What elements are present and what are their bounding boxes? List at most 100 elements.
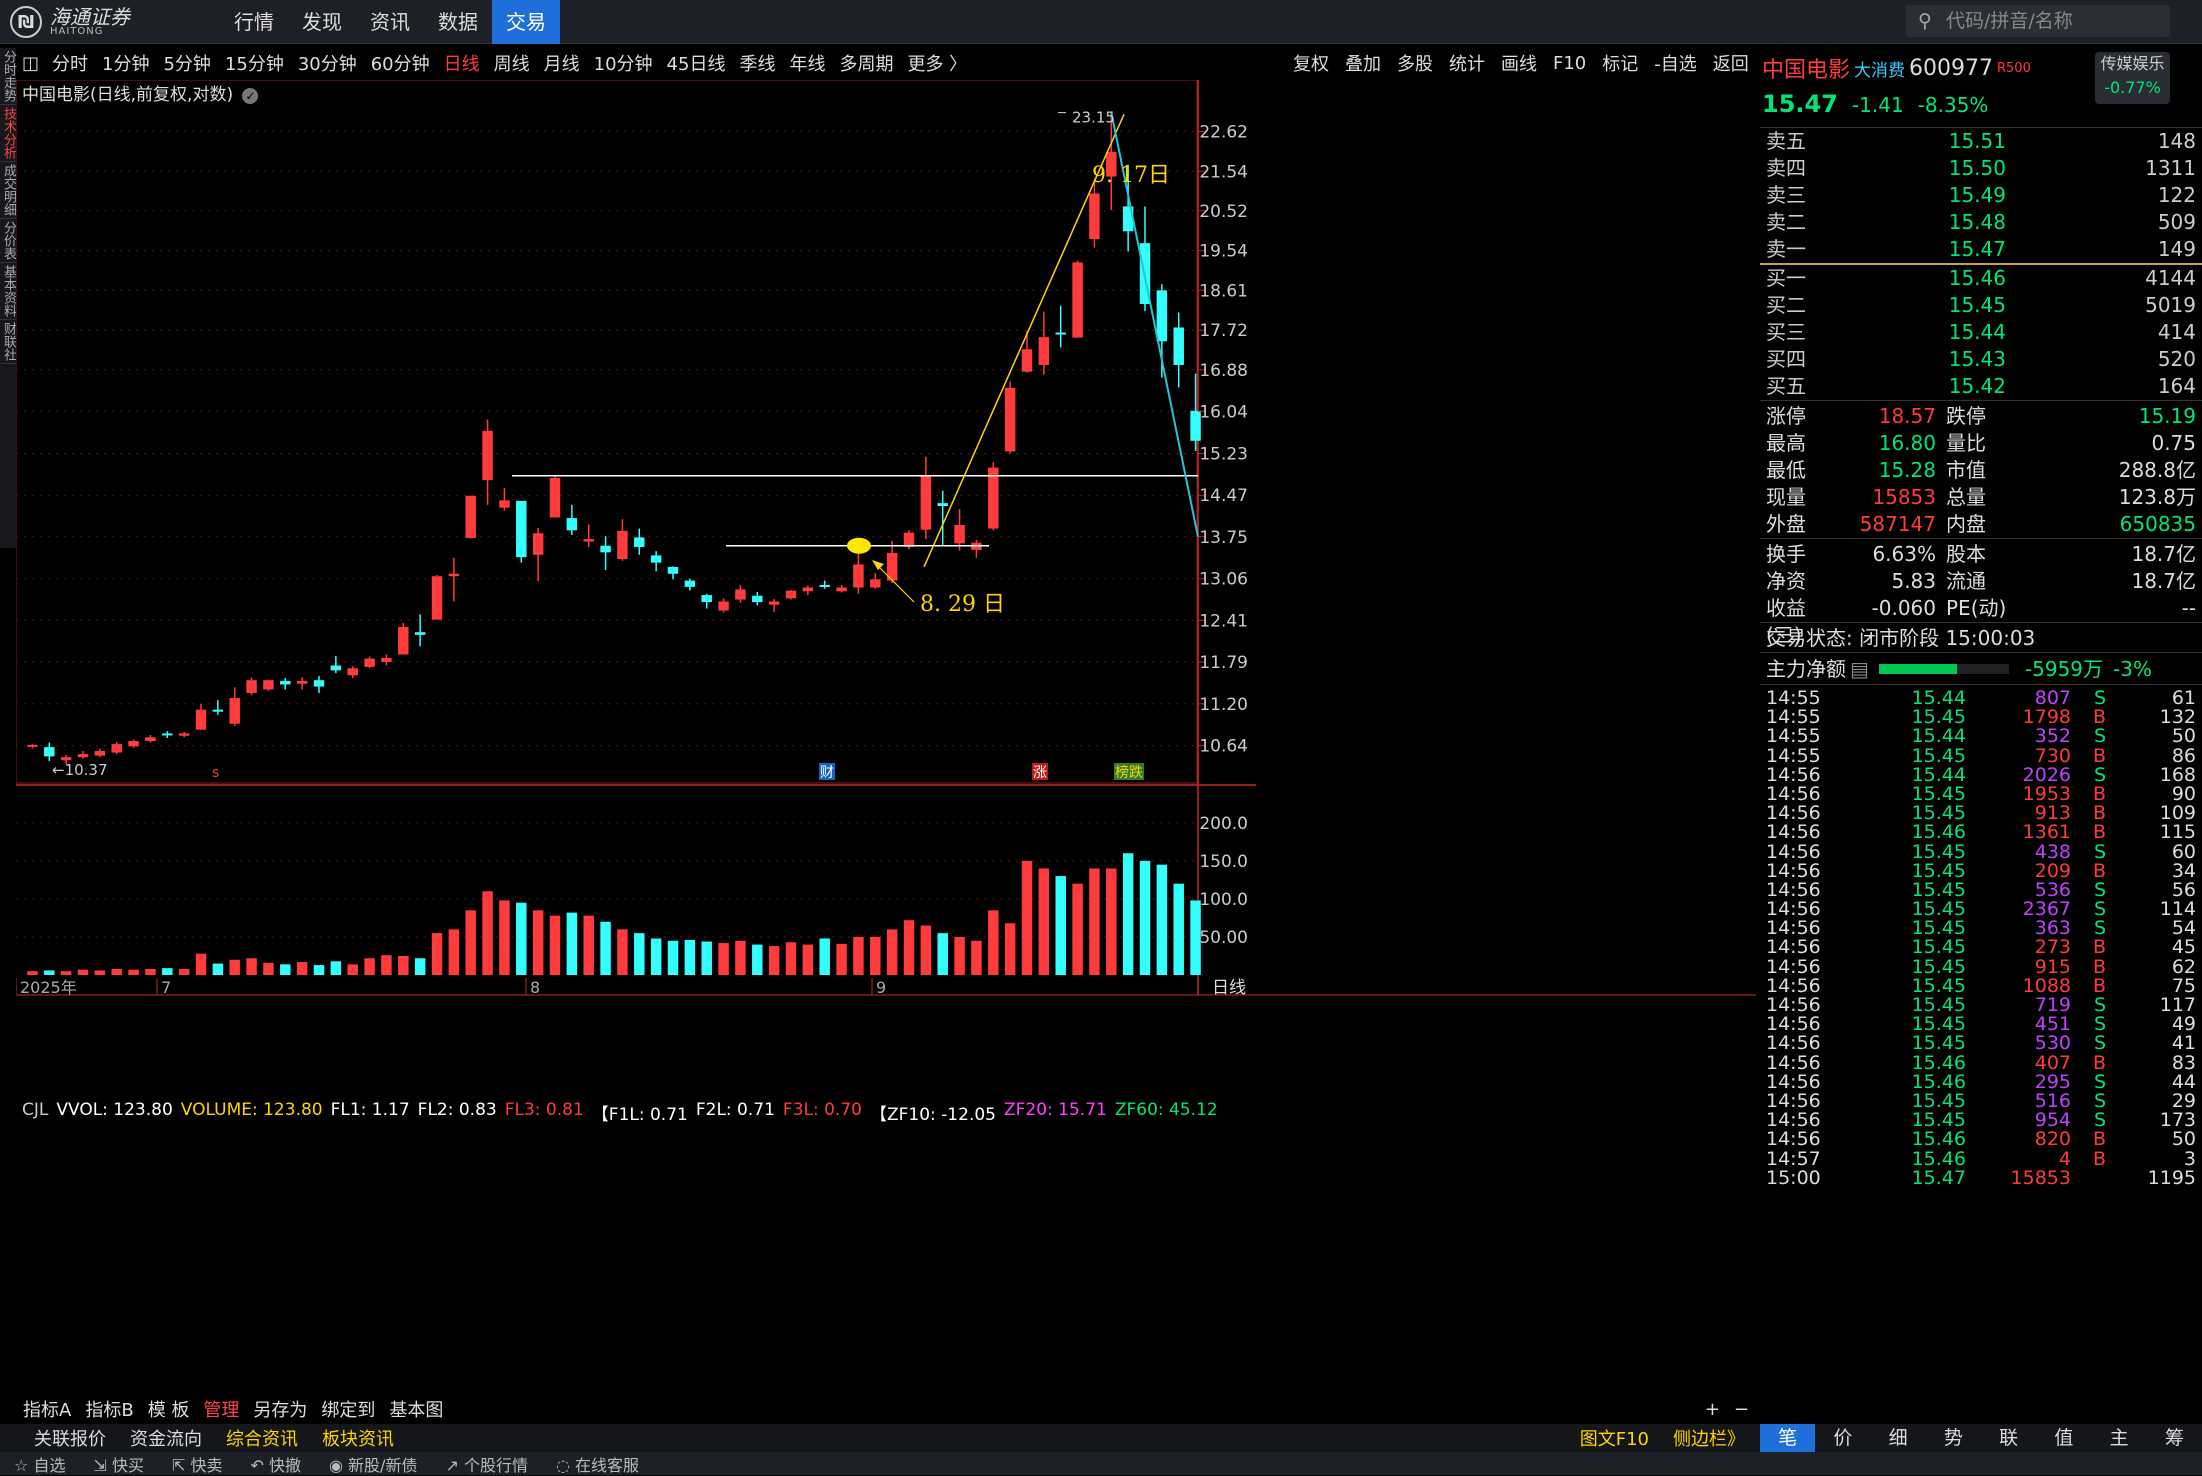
ask-row[interactable]: 卖二 15.48 509 <box>1760 209 2202 236</box>
price-axis-label: 13.06 <box>1199 570 1248 590</box>
rtab-zhi[interactable]: 值 <box>2036 1424 2091 1452</box>
tab-zhibiao-b[interactable]: 指标B <box>78 1396 140 1422</box>
tab-muban[interactable]: 模 板 <box>141 1396 197 1422</box>
ask-row[interactable]: 卖一 15.47 149 <box>1760 236 2202 263</box>
candle-body <box>853 564 864 588</box>
bid-row[interactable]: 买五 15.42 164 <box>1760 373 2202 400</box>
status-kuaiche[interactable]: ↶ 快撤 <box>236 1452 315 1476</box>
ask-row[interactable]: 卖四 15.50 1311 <box>1760 155 2202 182</box>
rtab-jia[interactable]: 价 <box>1815 1424 1870 1452</box>
period-quarter[interactable]: 季线 <box>732 50 782 76</box>
status-zixuan[interactable]: ☆ 自选 <box>0 1452 79 1476</box>
rtab-chou[interactable]: 筹 <box>2147 1424 2202 1452</box>
tab-zijin[interactable]: 资金流向 <box>118 1425 214 1451</box>
bid-price: 15.44 <box>1948 320 2006 344</box>
search-input[interactable]: ⚲ 代码/拼音/名称 <box>1906 5 2170 37</box>
volume-bar <box>1072 883 1083 975</box>
status-kuaimai2[interactable]: ⇱ 快卖 <box>158 1452 237 1476</box>
bid-row[interactable]: 买三 15.44 414 <box>1760 319 2202 346</box>
zoom-in-button[interactable]: + <box>1698 1399 1727 1420</box>
period-1min[interactable]: 1分钟 <box>95 50 156 76</box>
tab-zhibiao-a[interactable]: 指标A <box>16 1396 78 1422</box>
tab-guanli[interactable]: 管理 <box>196 1396 246 1422</box>
tab-sidebar[interactable]: 侧边栏》 <box>1661 1425 1757 1451</box>
bid-row[interactable]: 买四 15.43 520 <box>1760 346 2202 373</box>
left-tab-jiben[interactable]: 基本资料 <box>0 263 16 320</box>
tab-bangding[interactable]: 绑定到 <box>314 1396 382 1422</box>
tab-tuwen-f10[interactable]: 图文F10 <box>1568 1425 1661 1451</box>
bid-row[interactable]: 买一 15.46 4144 <box>1760 265 2202 292</box>
tab-zonghe[interactable]: 综合资讯 <box>214 1425 310 1451</box>
tab-bankuai[interactable]: 板块资讯 <box>310 1425 406 1451</box>
volume-bar <box>954 936 965 975</box>
candle-body <box>667 566 679 574</box>
period-10min[interactable]: 10分钟 <box>587 50 660 76</box>
status-kuaimai[interactable]: ⇲ 快买 <box>79 1452 158 1476</box>
period-60min[interactable]: 60分钟 <box>364 50 437 76</box>
tick-price: 15.44 <box>1911 725 1966 748</box>
tool-fuquan[interactable]: 复权 <box>1285 50 1337 76</box>
chart-dropdown-icon[interactable]: ✓ <box>242 88 259 104</box>
period-more[interactable]: 更多 〉 <box>900 50 974 76</box>
nav-jiaoyi[interactable]: 交易 <box>492 0 560 44</box>
tick-side: S <box>2093 840 2106 863</box>
tool-f10[interactable]: F10 <box>1545 53 1594 74</box>
period-year[interactable]: 年线 <box>782 50 832 76</box>
status-kefu[interactable]: ◌ 在线客服 <box>542 1452 653 1476</box>
rtab-xi[interactable]: 细 <box>1871 1424 1926 1452</box>
marker-s: s <box>212 765 219 781</box>
volume-bar <box>549 915 561 975</box>
period-monthly[interactable]: 月线 <box>537 50 587 76</box>
ask-row[interactable]: 卖三 15.49 122 <box>1760 182 2202 209</box>
rtab-bi[interactable]: 笔 <box>1760 1424 1816 1452</box>
tool-biaoji[interactable]: 标记 <box>1594 50 1646 76</box>
tick-list[interactable]: 14:55 15.44 807 S 61 14:55 15.45 1798 B 132 14:55 1… <box>1760 685 2202 1188</box>
rtab-shi[interactable]: 势 <box>1926 1424 1981 1452</box>
brand-logo[interactable]: ₪ 海通证券 HAITONG <box>10 6 130 38</box>
tool-duogu[interactable]: 多股 <box>1389 50 1441 76</box>
period-daily[interactable]: 日线 <box>437 50 487 76</box>
ask-volume: 148 <box>2157 129 2196 153</box>
tab-guanlian[interactable]: 关联报价 <box>0 1425 118 1451</box>
period-weekly[interactable]: 周线 <box>487 50 537 76</box>
nav-zixun[interactable]: 资讯 <box>356 0 424 44</box>
tool-zixuan[interactable]: -自选 <box>1646 50 1705 76</box>
tool-fanhui[interactable]: 返回 <box>1705 50 1757 76</box>
period-45day[interactable]: 45日线 <box>660 50 733 76</box>
tool-diejia[interactable]: 叠加 <box>1337 50 1389 76</box>
left-tab-fenshi[interactable]: 分时走势 <box>0 48 16 105</box>
main-flow: 主力净额 ▤ -5959万 -3% <box>1760 653 2202 685</box>
rtab-lian[interactable]: 联 <box>1981 1424 2036 1452</box>
status-xingu[interactable]: ◉ 新股/新债 <box>315 1452 431 1476</box>
nav-shuju[interactable]: 数据 <box>424 0 492 44</box>
zoom-out-button[interactable]: − <box>1727 1399 1756 1420</box>
x-axis-label: 2025年 <box>20 978 77 997</box>
period-15min[interactable]: 15分钟 <box>218 50 291 76</box>
left-tab-fenjia[interactable]: 分价表 <box>0 219 16 263</box>
rtab-zhu[interactable]: 主 <box>2092 1424 2147 1452</box>
nav-faxian[interactable]: 发现 <box>288 0 356 44</box>
period-multi[interactable]: 多周期 <box>832 50 900 76</box>
ask-volume: 1311 <box>2145 156 2196 180</box>
period-fenshi[interactable]: 分时 <box>45 50 95 76</box>
ask-row[interactable]: 卖五 15.51 148 <box>1760 128 2202 155</box>
left-tab-cailian[interactable]: 财联社 <box>0 320 16 364</box>
period-30min[interactable]: 30分钟 <box>291 50 364 76</box>
tool-tongji[interactable]: 统计 <box>1441 50 1493 76</box>
candle-body <box>617 530 628 560</box>
tab-jibentu[interactable]: 基本图 <box>382 1396 450 1422</box>
nav-hangqing[interactable]: 行情 <box>220 0 288 44</box>
left-tab-jishu[interactable]: 技术分析 <box>0 105 16 162</box>
tab-lingcun[interactable]: 另存为 <box>246 1396 314 1422</box>
sector-badge[interactable]: 传媒娱乐 -0.77% <box>2095 52 2170 104</box>
left-tab-chengjiao[interactable]: 成交明细 <box>0 162 16 219</box>
period-5min[interactable]: 5分钟 <box>156 50 217 76</box>
bid-row[interactable]: 买二 15.45 5019 <box>1760 292 2202 319</box>
main-flow-icon[interactable]: ▤ <box>1850 653 1869 684</box>
kline-chart[interactable]: 22.62 21.54 20.52 19.54 18.61 17.72 16.88 16.04… <box>16 80 1756 1395</box>
status-gegu[interactable]: ↗ 个股行情 <box>431 1452 542 1476</box>
tool-huaxian[interactable]: 画线 <box>1493 50 1545 76</box>
layout-icon[interactable]: ◫ <box>16 53 45 74</box>
volume-bar <box>701 941 712 975</box>
volume-axis-label: 100.0 <box>1199 890 1248 910</box>
